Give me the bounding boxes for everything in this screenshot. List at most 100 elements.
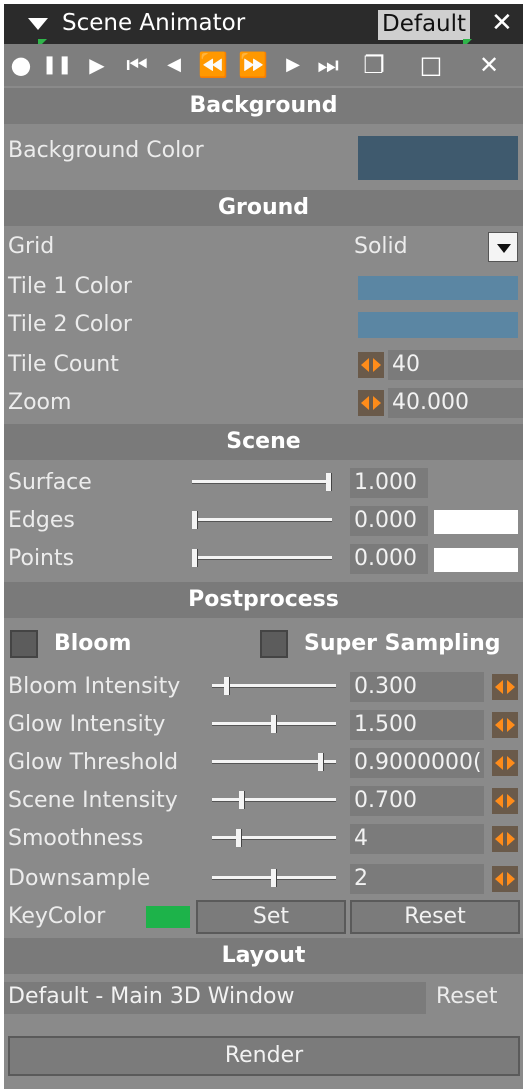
zoom-spinner[interactable] <box>358 390 384 416</box>
smoothness-slider-track[interactable] <box>212 836 336 840</box>
fast-forward-icon[interactable]: ⏩ <box>236 50 270 80</box>
bloom-label: Bloom <box>54 631 132 656</box>
tile2-row: Tile 2 Color <box>4 306 523 344</box>
glow-threshold-field[interactable]: 0.9000000( <box>350 748 484 778</box>
bloom-intensity-slider-thumb[interactable] <box>223 677 230 695</box>
title-bar: Scene Animator Default ✕ <box>4 4 523 48</box>
zoom-label: Zoom <box>8 390 72 415</box>
glow-threshold-row: Glow Threshold 0.9000000( <box>4 744 523 782</box>
edges-slider-track[interactable] <box>192 518 332 522</box>
layout-row: Default - Main 3D Window Reset <box>4 978 523 1018</box>
edges-color-swatch[interactable] <box>434 510 518 534</box>
glow-intensity-slider-thumb[interactable] <box>271 715 277 733</box>
playback-toolbar: ● ❚❚ ▶ ⏮ ◀ ⏪ ⏩ ▶ ⏭ ❐ □ ✕ <box>4 44 523 86</box>
downsample-row: Downsample 2 <box>4 860 523 898</box>
downsample-spinner[interactable] <box>492 866 518 892</box>
surface-row: Surface 1.000 <box>4 464 523 502</box>
scene-intensity-label: Scene Intensity <box>8 788 178 813</box>
smoothness-slider-thumb[interactable] <box>235 829 242 847</box>
record-icon[interactable]: ● <box>8 50 34 80</box>
smoothness-spinner[interactable] <box>492 826 518 852</box>
skip-to-end-icon[interactable]: ⏭ <box>310 50 346 80</box>
bloom-intensity-field[interactable]: 0.300 <box>350 672 484 702</box>
collapse-triangle-icon[interactable] <box>28 18 48 30</box>
smoothness-field[interactable]: 4 <box>350 824 484 854</box>
scene-intensity-spinner[interactable] <box>492 788 518 814</box>
postprocess-toggles-row: Bloom Super Sampling <box>4 622 523 666</box>
super-sampling-checkbox[interactable] <box>260 630 288 658</box>
smoothness-label: Smoothness <box>8 826 144 851</box>
points-label: Points <box>8 546 75 571</box>
scene-intensity-field[interactable]: 0.700 <box>350 786 484 816</box>
bloom-intensity-slider-track[interactable] <box>212 684 336 688</box>
section-header-scene: Scene <box>4 424 523 460</box>
layout-reset-button[interactable]: Reset <box>436 984 497 1009</box>
glow-intensity-field[interactable]: 1.500 <box>350 710 484 740</box>
tile-count-label: Tile Count <box>8 352 119 377</box>
grid-label: Grid <box>8 234 55 259</box>
section-header-background: Background <box>4 88 523 124</box>
zoom-field[interactable]: 40.000 <box>388 388 523 418</box>
background-color-swatch[interactable] <box>358 136 518 180</box>
rewind-icon[interactable]: ⏪ <box>196 50 230 80</box>
downsample-field[interactable]: 2 <box>350 864 484 894</box>
keycolor-label: KeyColor <box>8 904 106 929</box>
keycolor-set-button[interactable]: Set <box>196 900 346 934</box>
surface-slider-thumb[interactable] <box>326 473 332 491</box>
grid-row: Grid Solid <box>4 228 523 266</box>
keycolor-swatch[interactable] <box>146 906 190 928</box>
step-back-icon[interactable]: ◀ <box>164 50 184 80</box>
glow-intensity-spinner[interactable] <box>492 712 518 738</box>
edges-label: Edges <box>8 508 75 533</box>
tile-count-spinner[interactable] <box>358 352 384 378</box>
scene-intensity-slider-thumb[interactable] <box>239 791 246 809</box>
points-slider-thumb[interactable] <box>192 549 198 567</box>
surface-value-field[interactable]: 1.000 <box>350 468 428 498</box>
bloom-intensity-row: Bloom Intensity 0.300 <box>4 668 523 706</box>
tile1-row: Tile 1 Color <box>4 268 523 306</box>
layout-preset-field[interactable]: Default - Main 3D Window <box>4 982 426 1014</box>
section-header-layout: Layout <box>4 938 523 974</box>
background-color-row: Background Color <box>4 126 523 198</box>
grid-dropdown-button[interactable] <box>488 232 518 262</box>
points-value-field[interactable]: 0.000 <box>350 544 428 574</box>
tile1-color-label: Tile 1 Color <box>8 274 132 299</box>
maximize-window-icon[interactable]: □ <box>416 50 446 80</box>
tile2-color-label: Tile 2 Color <box>8 312 132 337</box>
glow-intensity-row: Glow Intensity 1.500 <box>4 706 523 744</box>
scene-intensity-slider-track[interactable] <box>212 798 336 802</box>
background-color-label: Background Color <box>8 138 204 163</box>
tile2-color-swatch[interactable] <box>358 312 518 338</box>
close-icon[interactable]: ✕ <box>491 8 513 38</box>
super-sampling-label: Super Sampling <box>304 631 501 656</box>
glow-threshold-slider-thumb[interactable] <box>318 753 325 771</box>
edges-row: Edges 0.000 <box>4 502 523 540</box>
scene-animator-panel: Scene Animator Default ✕ ● ❚❚ ▶ ⏮ ◀ ⏪ ⏩ … <box>4 4 523 1089</box>
points-color-swatch[interactable] <box>434 548 518 572</box>
keycolor-reset-button[interactable]: Reset <box>350 900 520 934</box>
window-title: Scene Animator <box>62 10 246 36</box>
bloom-intensity-spinner[interactable] <box>492 674 518 700</box>
render-button[interactable]: Render <box>8 1036 520 1076</box>
tile-count-row: Tile Count 40 <box>4 346 523 384</box>
surface-slider-track[interactable] <box>192 480 332 484</box>
pause-icon[interactable]: ❚❚ <box>42 50 72 80</box>
downsample-slider-thumb[interactable] <box>271 869 277 887</box>
points-row: Points 0.000 <box>4 540 523 578</box>
glow-threshold-spinner[interactable] <box>492 750 518 776</box>
tile-count-field[interactable]: 40 <box>388 350 523 380</box>
points-slider-track[interactable] <box>192 556 332 560</box>
preset-selector[interactable]: Default <box>378 10 471 40</box>
play-icon[interactable]: ▶ <box>84 50 110 80</box>
edges-slider-thumb[interactable] <box>192 511 198 529</box>
close-window-icon[interactable]: ✕ <box>474 50 504 80</box>
tile1-color-swatch[interactable] <box>358 276 518 300</box>
step-forward-icon[interactable]: ▶ <box>282 50 304 80</box>
edges-value-field[interactable]: 0.000 <box>350 506 428 536</box>
restore-window-icon[interactable]: ❐ <box>359 50 389 80</box>
section-header-ground: Ground <box>4 190 523 226</box>
skip-to-start-icon[interactable]: ⏮ <box>120 50 154 80</box>
surface-label: Surface <box>8 470 92 495</box>
bloom-checkbox[interactable] <box>10 630 38 658</box>
grid-mode-value[interactable]: Solid <box>354 234 408 259</box>
